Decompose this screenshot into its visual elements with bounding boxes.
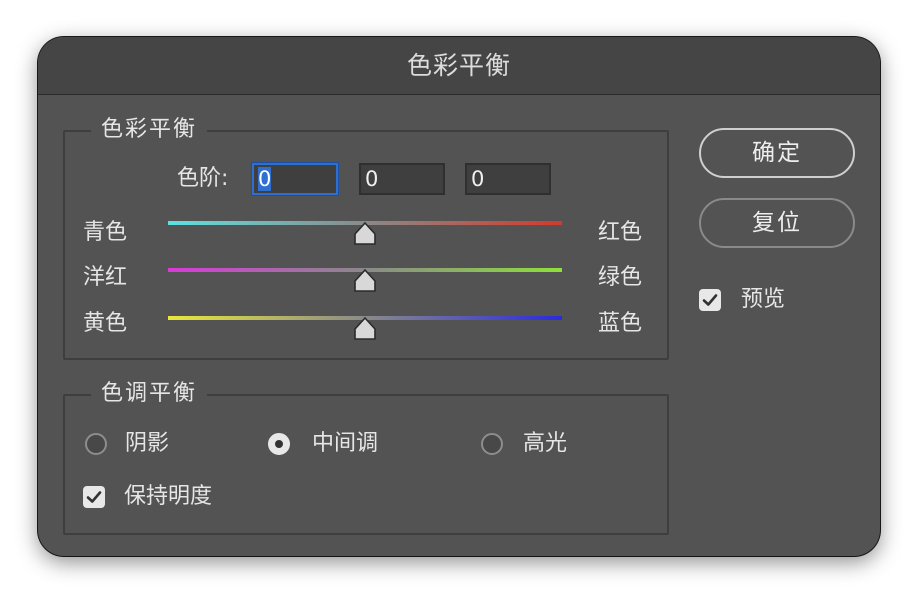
tone-balance-group: 色调平衡 阴影 中间调 高光 保持明度 <box>63 380 669 535</box>
preserve-luminosity-label[interactable]: 保持明度 <box>124 482 212 512</box>
preview-label[interactable]: 预览 <box>741 285 785 315</box>
tone-balance-legend: 色调平衡 <box>91 380 208 408</box>
slider-label-cyan: 青色 <box>83 220 128 245</box>
slider-thumb-cyan-red[interactable] <box>353 222 377 246</box>
color-balance-legend: 色彩平衡 <box>91 116 208 144</box>
ok-button[interactable]: 确定 <box>699 128 855 178</box>
preview-checkbox[interactable] <box>699 289 721 311</box>
level-input-yellow-blue[interactable]: 0 <box>465 163 551 195</box>
dialog-title: 色彩平衡 <box>38 37 880 95</box>
radio-label-shadows[interactable]: 阴影 <box>125 429 169 459</box>
color-balance-dialog: 色彩平衡 色彩平衡 色阶: 0 0 0 青色 红色 洋红 绿色 黄色 蓝色 色调… <box>38 37 880 556</box>
level-input-magenta-green[interactable]: 0 <box>359 163 445 195</box>
radio-midtones[interactable] <box>268 433 290 455</box>
radio-label-midtones[interactable]: 中间调 <box>312 429 378 459</box>
slider-label-green: 绿色 <box>598 265 643 290</box>
slider-label-magenta: 洋红 <box>83 265 128 290</box>
reset-button[interactable]: 复位 <box>699 198 855 248</box>
slider-label-blue: 蓝色 <box>598 311 643 336</box>
level-input-cyan-red[interactable]: 0 <box>252 163 338 195</box>
slider-label-yellow: 黄色 <box>83 311 128 336</box>
slider-thumb-magenta-green[interactable] <box>353 269 377 293</box>
color-balance-group: 色彩平衡 色阶: 0 0 0 青色 红色 洋红 绿色 黄色 蓝色 <box>63 116 669 360</box>
radio-label-highlights[interactable]: 高光 <box>523 429 567 459</box>
radio-highlights[interactable] <box>481 433 503 455</box>
levels-label: 色阶: <box>177 166 229 191</box>
slider-thumb-yellow-blue[interactable] <box>353 317 377 341</box>
preserve-luminosity-checkbox[interactable] <box>83 486 105 508</box>
checkmark-icon <box>702 294 718 306</box>
slider-label-red: 红色 <box>598 220 643 245</box>
radio-shadows[interactable] <box>85 433 107 455</box>
checkmark-icon <box>86 491 102 503</box>
